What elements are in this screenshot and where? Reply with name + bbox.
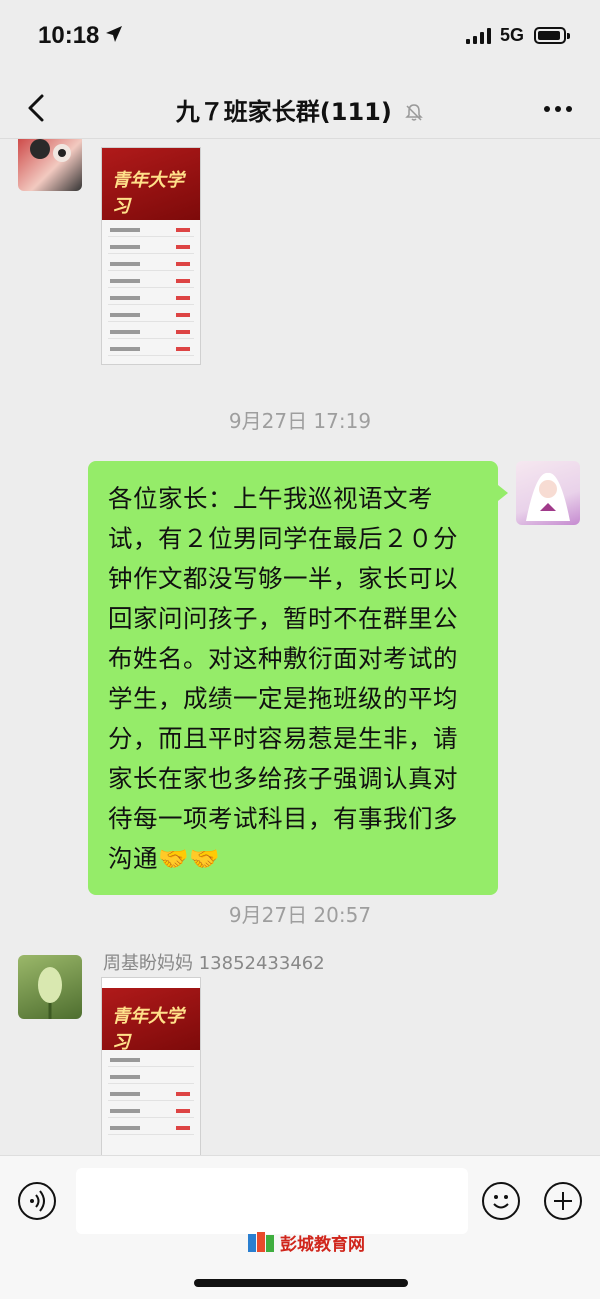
plus-icon[interactable]: [544, 1182, 582, 1220]
my-avatar[interactable]: [516, 461, 580, 525]
chat-header: 九７班家长群(111): [0, 78, 600, 139]
chat-title-wrap: 九７班家长群(111): [0, 92, 600, 127]
outgoing-text-message[interactable]: 各位家长：上午我巡视语文考试，有２位男同学在最后２０分钟作文都没写够一半，家长可…: [88, 461, 508, 895]
message-timestamp: 9月27日 17:19: [228, 409, 372, 433]
watermark-text: 彭城教育网: [280, 1235, 365, 1255]
message-timestamp: 9月27日 20:57: [228, 903, 372, 927]
message-input[interactable]: [76, 1168, 468, 1234]
message-list[interactable]: 青年大学习 9月27日 17:19 各位家长：上午我巡视语文考试，有２位男同学在…: [0, 139, 600, 1155]
image-message[interactable]: 青年大学习: [101, 977, 201, 1155]
sender-name: 周基盼妈妈 13852433462: [103, 953, 325, 974]
emoji-icon[interactable]: [482, 1182, 520, 1220]
sender-avatar[interactable]: [18, 955, 82, 1019]
mute-icon: [405, 104, 424, 121]
image-message[interactable]: 青年大学习: [101, 147, 201, 365]
chat-title: 九７班家长群(111): [175, 98, 392, 126]
status-time: 10:18: [38, 22, 100, 49]
watermark-logo-icon: [248, 1232, 274, 1252]
poster-title: 青年大学习: [112, 170, 184, 217]
more-icon[interactable]: [540, 92, 576, 122]
battery-icon: [534, 27, 570, 44]
input-bar: 彭城教育网: [0, 1155, 600, 1299]
status-bar: 10:18 5G: [0, 0, 600, 78]
home-indicator: [194, 1279, 408, 1287]
image-poster: 青年大学习: [102, 988, 200, 1053]
cellular-signal-icon: [466, 28, 491, 44]
voice-icon[interactable]: [18, 1182, 56, 1220]
network-type: 5G: [500, 25, 525, 45]
sender-avatar[interactable]: [18, 139, 82, 191]
image-poster: 青年大学习: [102, 148, 200, 220]
poster-title: 青年大学习: [112, 1006, 184, 1053]
location-arrow-icon: [106, 26, 122, 42]
